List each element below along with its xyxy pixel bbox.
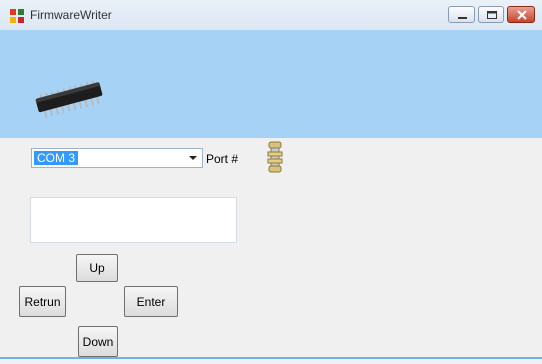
microchip-icon xyxy=(35,80,103,118)
firmware-writer-window: FirmwareWriter COM 3 Port # Up Retrun En… xyxy=(0,0,542,364)
maximize-icon xyxy=(487,11,497,19)
port-select-value: COM 3 xyxy=(34,151,79,165)
up-button[interactable]: Up xyxy=(76,254,118,282)
chevron-down-icon[interactable] xyxy=(189,156,197,160)
close-button[interactable] xyxy=(507,6,535,23)
serial-connector-icon xyxy=(267,141,283,173)
minimize-icon xyxy=(458,17,467,19)
close-icon xyxy=(517,10,527,20)
port-select[interactable]: COM 3 xyxy=(31,148,203,168)
display-area xyxy=(30,197,237,243)
minimize-button[interactable] xyxy=(448,6,475,23)
window-bottom-edge xyxy=(0,357,542,359)
app-icon xyxy=(9,8,25,24)
port-label: Port # xyxy=(206,152,239,166)
header-banner xyxy=(0,30,542,138)
enter-button[interactable]: Enter xyxy=(124,286,178,317)
title-bar: FirmwareWriter xyxy=(0,0,542,31)
maximize-button[interactable] xyxy=(478,6,504,23)
window-title: FirmwareWriter xyxy=(30,8,112,22)
down-button[interactable]: Down xyxy=(78,326,118,357)
return-button[interactable]: Retrun xyxy=(19,286,66,317)
